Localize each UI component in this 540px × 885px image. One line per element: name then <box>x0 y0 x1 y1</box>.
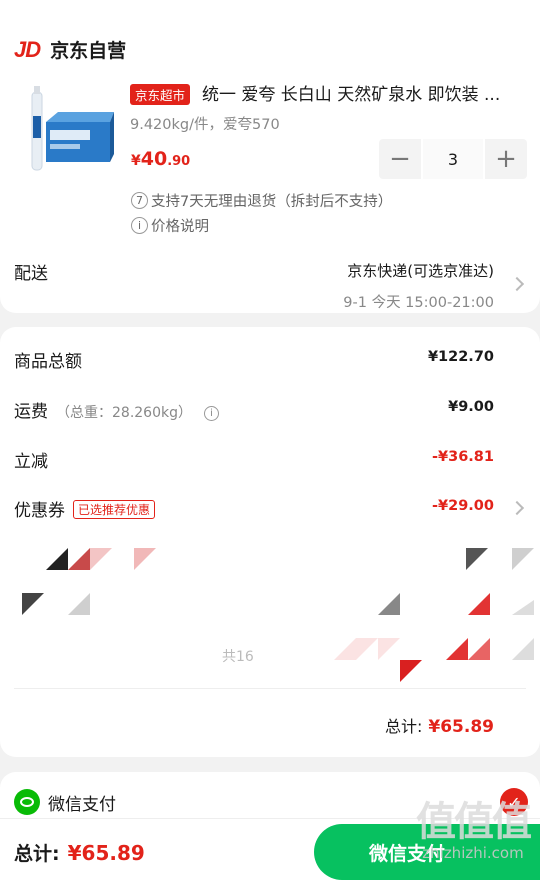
jd-supermarket-tag: 京东超市 <box>130 84 191 105</box>
shop-header[interactable]: JD 京东自营 <box>14 36 126 63</box>
discount-value: -¥36.81 <box>432 449 494 465</box>
bottom-total-value: ¥65.89 <box>67 841 145 865</box>
return-policy-note[interactable]: 7 支持7天无理由退货（拆封后不支持） <box>131 190 392 211</box>
total-value: ¥65.89 <box>428 717 494 737</box>
product-price: ¥40.90 <box>131 148 190 170</box>
coupon-label: 优惠券 <box>14 501 65 521</box>
divider <box>14 688 526 689</box>
product-spec: 9.420kg/件，爱夸570 <box>130 117 280 133</box>
price-decimal: .90 <box>167 154 191 169</box>
coupon-tag: 已选推荐优惠 <box>73 500 156 519</box>
item-count-text: 共16 <box>222 649 254 665</box>
site-watermark: 值值值 zhizhizhi.com <box>416 799 532 862</box>
product-title[interactable]: 统一 爱夸 长白山 天然矿泉水 即饮装 ... <box>202 80 532 105</box>
decrease-button[interactable]: − <box>379 139 421 179</box>
return-policy-text: 支持7天无理由退货（拆封后不支持） <box>151 194 393 210</box>
seven-day-icon: 7 <box>131 192 148 209</box>
quantity-input[interactable]: 3 <box>421 139 485 179</box>
bottom-total-label: 总计: <box>14 843 60 865</box>
goods-total-label: 商品总额 <box>14 352 82 372</box>
shop-name: 京东自营 <box>50 40 127 62</box>
watermark-url: zhizhizhi.com <box>422 844 524 862</box>
wechat-icon <box>14 789 40 815</box>
watermark-logo: 值值值 <box>416 799 532 845</box>
quantity-stepper: − 3 + <box>379 139 527 179</box>
goods-total-value: ¥122.70 <box>427 349 494 365</box>
bottom-total: 总计: ¥65.89 <box>14 839 145 866</box>
order-total: 总计: ¥65.89 <box>385 713 494 737</box>
jd-logo: JD <box>14 36 41 62</box>
price-info-note[interactable]: i 价格说明 <box>131 215 209 236</box>
discount-label: 立减 <box>14 452 48 472</box>
coupon-row[interactable]: 优惠券 已选推荐优惠 <box>14 496 156 521</box>
render-glitch-artifacts <box>22 548 534 682</box>
delivery-label: 配送 <box>14 264 48 284</box>
delivery-method[interactable]: 京东快递(可选京准达) <box>347 260 494 281</box>
wechat-pay-option[interactable]: 微信支付 <box>14 789 116 815</box>
product-image[interactable] <box>18 86 114 178</box>
payment-method-label: 微信支付 <box>48 794 116 815</box>
shipping-weight: （总重：28.260kg） <box>56 405 192 421</box>
total-label: 总计: <box>384 717 423 736</box>
shipping-row: 运费 （总重：28.260kg） i <box>14 397 219 422</box>
info-icon: i <box>131 217 148 234</box>
shipping-value: ¥9.00 <box>448 399 494 415</box>
increase-button[interactable]: + <box>485 139 527 179</box>
price-info-text: 价格说明 <box>151 219 209 235</box>
price-integer: 40 <box>140 148 168 170</box>
price-currency: ¥ <box>131 153 141 169</box>
delivery-time[interactable]: 9-1 今天 15:00-21:00 <box>343 291 494 312</box>
info-icon[interactable]: i <box>203 406 219 421</box>
shipping-label: 运费 <box>14 402 48 422</box>
coupon-value[interactable]: -¥29.00 <box>432 498 494 514</box>
